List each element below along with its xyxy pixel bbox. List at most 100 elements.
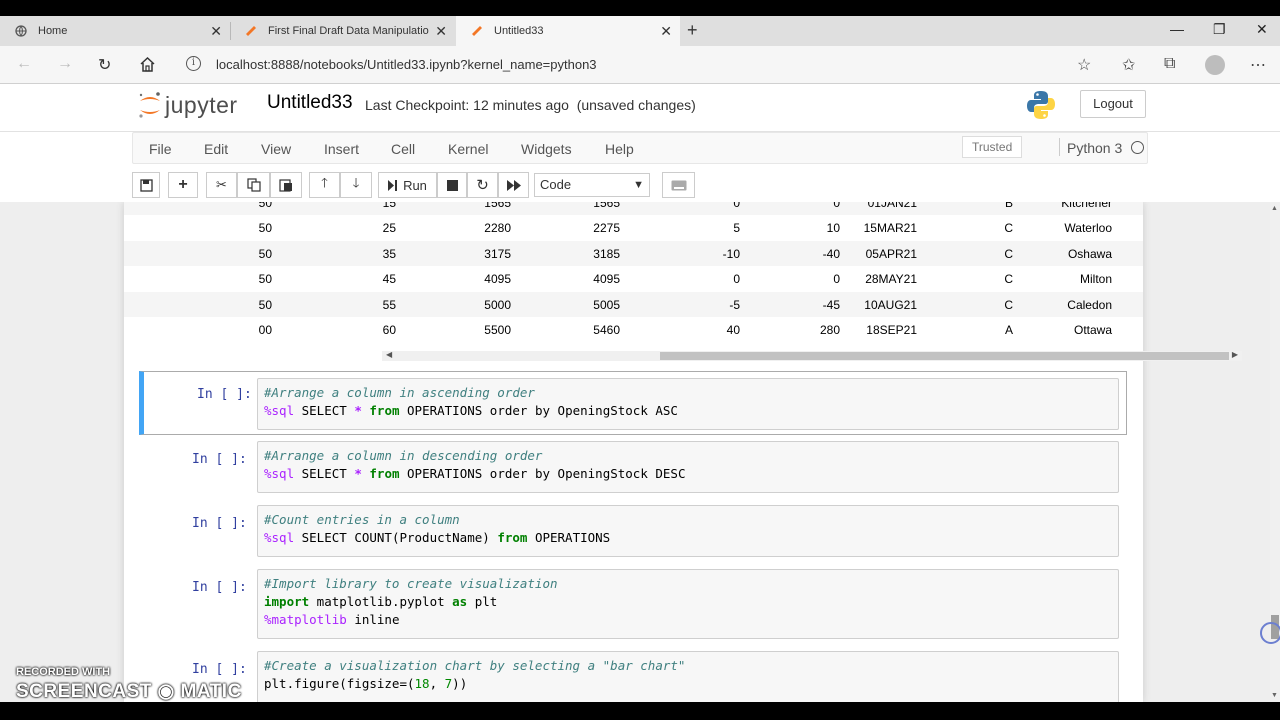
restart-icon: ↻ — [476, 177, 489, 194]
table-cell: 50 — [258, 272, 272, 287]
logout-button[interactable]: Logout — [1080, 90, 1146, 118]
code-cell[interactable]: In [ ]: #Import library to create visual… — [139, 568, 1127, 642]
table-cell: 5005 — [593, 297, 620, 312]
code-magic: %sql — [264, 403, 295, 418]
home-icon[interactable] — [139, 56, 156, 73]
table-row: 00 60 5500 5460 40 280 18SEP21 A Ottawa — [124, 317, 1143, 342]
command-palette-button[interactable] — [662, 172, 695, 198]
code-comment: #Arrange a column in ascending order — [264, 385, 535, 400]
window-close-icon[interactable]: ✕ — [1256, 21, 1268, 38]
menu-cell[interactable]: Cell — [391, 141, 415, 157]
jupyter-favicon-icon — [472, 26, 482, 36]
code-cell-selected[interactable]: In [ ]: #Arrange a column in ascending o… — [139, 371, 1127, 435]
code-cell[interactable]: In [ ]: #Arrange a column in descending … — [139, 439, 1127, 495]
restore-icon[interactable]: ❐ — [1213, 21, 1226, 38]
code-editor[interactable]: #Create a visualization chart by selecti… — [257, 651, 1119, 702]
scrollbar-thumb[interactable] — [660, 352, 1229, 360]
insert-cell-button[interactable]: + — [168, 172, 198, 198]
kernel-idle-icon — [1131, 141, 1144, 154]
interrupt-kernel-button[interactable] — [437, 172, 467, 198]
code-magic: %sql — [264, 530, 295, 545]
table-cell: 5500 — [484, 323, 511, 337]
code-editor[interactable]: #Import library to create visualization … — [257, 569, 1119, 639]
trusted-badge[interactable]: Trusted — [962, 136, 1023, 158]
move-up-button[interactable]: 🡑 — [309, 172, 340, 198]
cut-button[interactable]: ✂ — [206, 172, 237, 198]
profile-avatar[interactable] — [1205, 55, 1225, 75]
kernel-name[interactable]: Python 3 — [1067, 140, 1122, 156]
table-cell: 01JAN21 — [867, 202, 917, 210]
close-icon[interactable]: ✕ — [210, 23, 222, 40]
menu-help[interactable]: Help — [605, 141, 634, 157]
code-cell[interactable]: In [ ]: #Create a visualization chart by… — [139, 650, 1127, 702]
close-icon[interactable]: ✕ — [435, 23, 447, 40]
new-tab-icon[interactable]: + — [687, 20, 698, 41]
table-cell: 15MAR21 — [863, 221, 917, 236]
more-options-icon[interactable]: ⋯ — [1250, 55, 1266, 75]
table-cell: 60 — [382, 323, 396, 337]
menu-edit[interactable]: Edit — [204, 141, 228, 157]
code-cell[interactable]: In [ ]: #Count entries in a column %sql … — [139, 504, 1127, 560]
table-cell: 50 — [258, 202, 272, 210]
checkpoint-status: Last Checkpoint: 12 minutes ago (unsaved… — [365, 97, 696, 113]
forward-icon[interactable]: → — [57, 55, 73, 73]
run-button[interactable]: Run — [378, 172, 437, 198]
scroll-right-icon[interactable]: ▶ — [1232, 350, 1238, 359]
code-editor[interactable]: #Arrange a column in descending order %s… — [257, 441, 1119, 493]
scroll-up-icon[interactable]: ▲ — [1271, 205, 1278, 212]
mouse-cursor-highlight — [1260, 622, 1280, 644]
table-cell: 280 — [819, 323, 840, 337]
code-editor[interactable]: #Count entries in a column %sql SELECT C… — [257, 505, 1119, 557]
table-cell: C — [1004, 272, 1013, 287]
watermark-line2: SCREENCAST ◉ MATIC — [16, 681, 242, 702]
screencast-watermark: RECORDED WITH SCREENCAST ◉ MATIC — [16, 662, 241, 702]
close-icon[interactable]: ✕ — [660, 23, 672, 40]
menu-file[interactable]: File — [149, 141, 172, 157]
url-field[interactable]: localhost:8888/notebooks/Untitled33.ipyn… — [216, 57, 597, 72]
save-button[interactable] — [132, 172, 160, 198]
output-horizontal-scrollbar[interactable]: ◀ ▶ — [382, 349, 1242, 363]
scroll-left-icon[interactable]: ◀ — [386, 350, 392, 359]
favorite-star-icon[interactable]: ☆ — [1077, 55, 1091, 75]
jupyter-logo[interactable]: jupyter — [137, 90, 238, 120]
browser-tab-first-final-draft[interactable]: First Final Draft Data Manipulatio ✕ — [230, 16, 455, 46]
menu-kernel[interactable]: Kernel — [448, 141, 488, 157]
table-cell: 00 — [258, 323, 272, 337]
browser-tab-untitled33[interactable]: Untitled33 ✕ — [456, 16, 680, 46]
arrow-down-icon: 🡓 — [352, 175, 360, 190]
table-row: 50 15 1565 1565 0 0 01JAN21 B Kitchener — [124, 202, 1143, 215]
input-prompt: In [ ]: — [192, 662, 247, 677]
restart-kernel-button[interactable]: ↻ — [467, 172, 498, 198]
table-cell: -40 — [822, 246, 840, 261]
table-cell: 15 — [382, 202, 396, 210]
table-row: 50 55 5000 5005 -5 -45 10AUG21 C Caledon — [124, 291, 1143, 317]
move-down-button[interactable]: 🡓 — [340, 172, 372, 198]
site-info-icon[interactable]: i — [186, 56, 201, 71]
copy-button[interactable] — [237, 172, 270, 198]
table-cell: 1565 — [593, 202, 620, 210]
table-cell: -10 — [722, 246, 740, 261]
notebook-container: 50 15 1565 1565 0 0 01JAN21 B Kitchener 50 25 2280 2… — [124, 202, 1242, 702]
recording-top-bar — [0, 0, 1280, 16]
reload-icon[interactable]: ↻ — [98, 55, 111, 75]
restart-run-all-button[interactable] — [498, 172, 529, 198]
collections-icon[interactable]: ⧉ — [1164, 55, 1175, 73]
paste-button[interactable] — [270, 172, 302, 198]
notebook-name[interactable]: Untitled33 — [267, 92, 353, 114]
code-editor[interactable]: #Arrange a column in ascending order %sq… — [257, 378, 1119, 430]
table-cell: C — [1004, 297, 1013, 312]
favorites-list-icon[interactable]: ✩ — [1122, 55, 1135, 75]
table-cell: 3185 — [593, 246, 620, 261]
scroll-down-icon[interactable]: ▼ — [1271, 692, 1278, 699]
menu-widgets[interactable]: Widgets — [521, 141, 572, 157]
minimize-icon[interactable]: — — [1170, 21, 1184, 37]
input-prompt: In [ ]: — [192, 516, 247, 531]
code-text: OPERATIONS order by OpeningStock DESC — [399, 466, 686, 481]
menu-insert[interactable]: Insert — [324, 141, 359, 157]
cell-type-select[interactable]: Code ▼ — [534, 173, 650, 197]
back-icon[interactable]: ← — [16, 55, 32, 73]
menu-view[interactable]: View — [261, 141, 291, 157]
input-prompt: In [ ]: — [192, 580, 247, 595]
browser-tab-home[interactable]: Home ✕ — [0, 16, 230, 46]
table-row: 50 45 4095 4095 0 0 28MAY21 C Milton — [124, 266, 1143, 291]
